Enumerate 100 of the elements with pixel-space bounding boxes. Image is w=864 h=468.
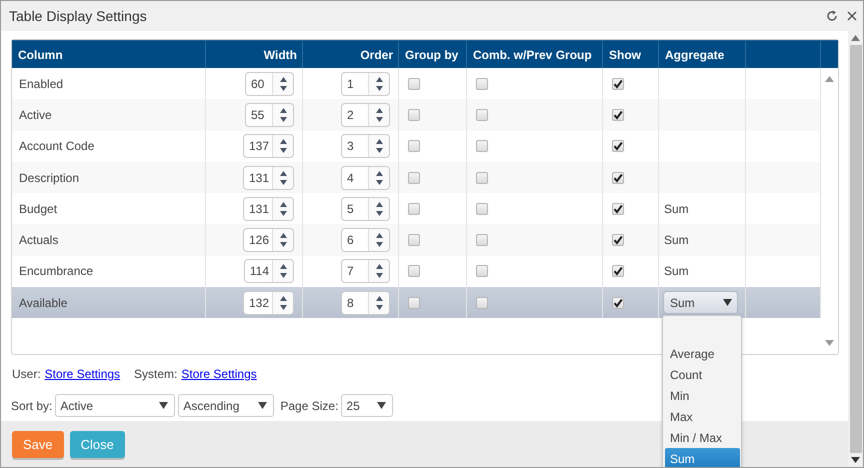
order-field[interactable]: 2 [341, 102, 390, 127]
spin-arrows-icon[interactable] [278, 76, 288, 92]
table-cell: Enabled [19, 76, 64, 91]
spin-arrows-icon[interactable] [374, 106, 384, 123]
page-size-label: Page Size: [280, 398, 338, 412]
width-field[interactable]: 131 [242, 196, 294, 221]
table-row[interactable]: Actuals 126 6 Sum [12, 224, 821, 256]
column-header: Column [12, 41, 206, 68]
table-cell: Encumbrance [19, 264, 94, 278]
column-header: Group by [399, 41, 467, 68]
order-field[interactable]: 1 [341, 72, 390, 96]
width-field[interactable]: 60 [245, 72, 294, 96]
table-cell: Sum [664, 233, 689, 248]
order-field[interactable]: 7 [341, 259, 390, 284]
combine-checkbox[interactable] [476, 202, 488, 215]
combine-checkbox[interactable] [476, 296, 488, 309]
spin-arrows-icon[interactable] [374, 263, 384, 280]
spin-arrows-icon[interactable] [374, 138, 384, 154]
spin-arrows-icon[interactable] [278, 263, 288, 280]
show-checkbox[interactable] [612, 265, 624, 278]
column-header: Width [206, 41, 303, 68]
dropdown-option[interactable]: Count [665, 364, 740, 386]
show-checkbox[interactable] [612, 234, 624, 246]
store-settings-link[interactable]: Store Settings [44, 367, 120, 381]
scrollbar-thumb[interactable] [850, 45, 862, 453]
spin-arrows-icon[interactable] [278, 138, 288, 154]
sort-label: Sort by: [11, 398, 52, 412]
show-checkbox[interactable] [612, 202, 624, 215]
store-label: User: [12, 367, 41, 381]
group-by-checkbox[interactable] [408, 265, 420, 278]
caret-icon [723, 299, 732, 306]
combine-checkbox[interactable] [476, 265, 488, 278]
spin-arrows-icon[interactable] [278, 294, 288, 311]
combine-checkbox[interactable] [476, 234, 488, 246]
dropdown-option[interactable]: Sum [665, 448, 740, 467]
group-by-checkbox[interactable] [408, 78, 420, 90]
table-cell: Sum [664, 264, 689, 278]
show-checkbox[interactable] [612, 108, 624, 121]
scroll-up-icon[interactable] [851, 35, 860, 41]
order-field[interactable]: 5 [341, 196, 390, 221]
table-cell: Available [19, 296, 68, 310]
group-by-checkbox[interactable] [408, 202, 420, 215]
sort-direction-select[interactable]: Ascending [178, 394, 274, 417]
spin-arrows-icon[interactable] [374, 294, 384, 311]
spin-arrows-icon[interactable] [374, 200, 384, 217]
dropdown-option[interactable]: Min / Max [665, 427, 740, 448]
spin-arrows-icon[interactable] [374, 232, 384, 248]
table-cell: Budget [19, 202, 58, 216]
width-field[interactable]: 131 [242, 166, 294, 190]
page-size-select[interactable]: 25 [341, 394, 394, 417]
spin-arrows-icon[interactable] [374, 170, 384, 186]
width-field[interactable]: 137 [242, 134, 294, 158]
combine-checkbox[interactable] [476, 140, 488, 152]
table-cell: Description [19, 170, 80, 185]
order-field[interactable]: 3 [341, 134, 390, 158]
table-row[interactable]: Active 55 2 [12, 99, 821, 131]
combine-checkbox[interactable] [476, 78, 488, 90]
combine-checkbox[interactable] [476, 108, 488, 121]
column-header: Aggregate [659, 41, 746, 68]
width-field[interactable]: 55 [245, 102, 294, 127]
show-checkbox[interactable] [612, 78, 624, 90]
caret-icon [377, 402, 386, 409]
order-field[interactable]: 6 [341, 228, 390, 252]
spin-arrows-icon[interactable] [278, 232, 288, 248]
window-title: Table Display Settings [9, 8, 147, 24]
table-cell: Sum [664, 202, 689, 216]
dropdown-option[interactable]: Average [665, 343, 740, 364]
caret-icon [159, 402, 168, 409]
spin-arrows-icon[interactable] [278, 106, 288, 123]
group-by-checkbox[interactable] [408, 234, 420, 246]
combine-checkbox[interactable] [476, 172, 488, 184]
group-by-checkbox[interactable] [408, 108, 420, 121]
scroll-down-icon[interactable] [851, 457, 860, 463]
column-header: Order [303, 41, 399, 68]
store-settings-link[interactable]: Store Settings [181, 367, 257, 381]
group-by-checkbox[interactable] [408, 140, 420, 152]
dropdown-option[interactable]: Min [665, 385, 740, 406]
group-by-checkbox[interactable] [408, 296, 420, 309]
group-by-checkbox[interactable] [408, 172, 420, 184]
spin-arrows-icon[interactable] [278, 200, 288, 217]
refresh-icon[interactable] [826, 10, 838, 22]
show-checkbox[interactable] [612, 140, 624, 152]
spin-arrows-icon[interactable] [374, 76, 384, 92]
width-field[interactable]: 132 [242, 290, 294, 315]
show-checkbox[interactable] [612, 296, 624, 309]
dropdown-option[interactable]: Max [665, 406, 740, 428]
table-cell: Active [19, 108, 52, 122]
close-icon[interactable] [847, 11, 857, 21]
table-cell: Actuals [19, 233, 58, 248]
order-field[interactable]: 4 [341, 166, 390, 190]
order-field[interactable]: 8 [341, 290, 390, 315]
caret-icon [258, 402, 268, 409]
table-row[interactable]: Description 131 4 [12, 162, 821, 194]
sort-field-select[interactable]: Active [55, 394, 176, 417]
spin-arrows-icon[interactable] [278, 170, 288, 186]
aggregate-select[interactable]: Sum [663, 291, 738, 314]
width-field[interactable]: 126 [242, 228, 294, 252]
scroll-up-icon[interactable] [825, 76, 834, 82]
show-checkbox[interactable] [612, 172, 624, 184]
width-field[interactable]: 114 [244, 259, 294, 284]
